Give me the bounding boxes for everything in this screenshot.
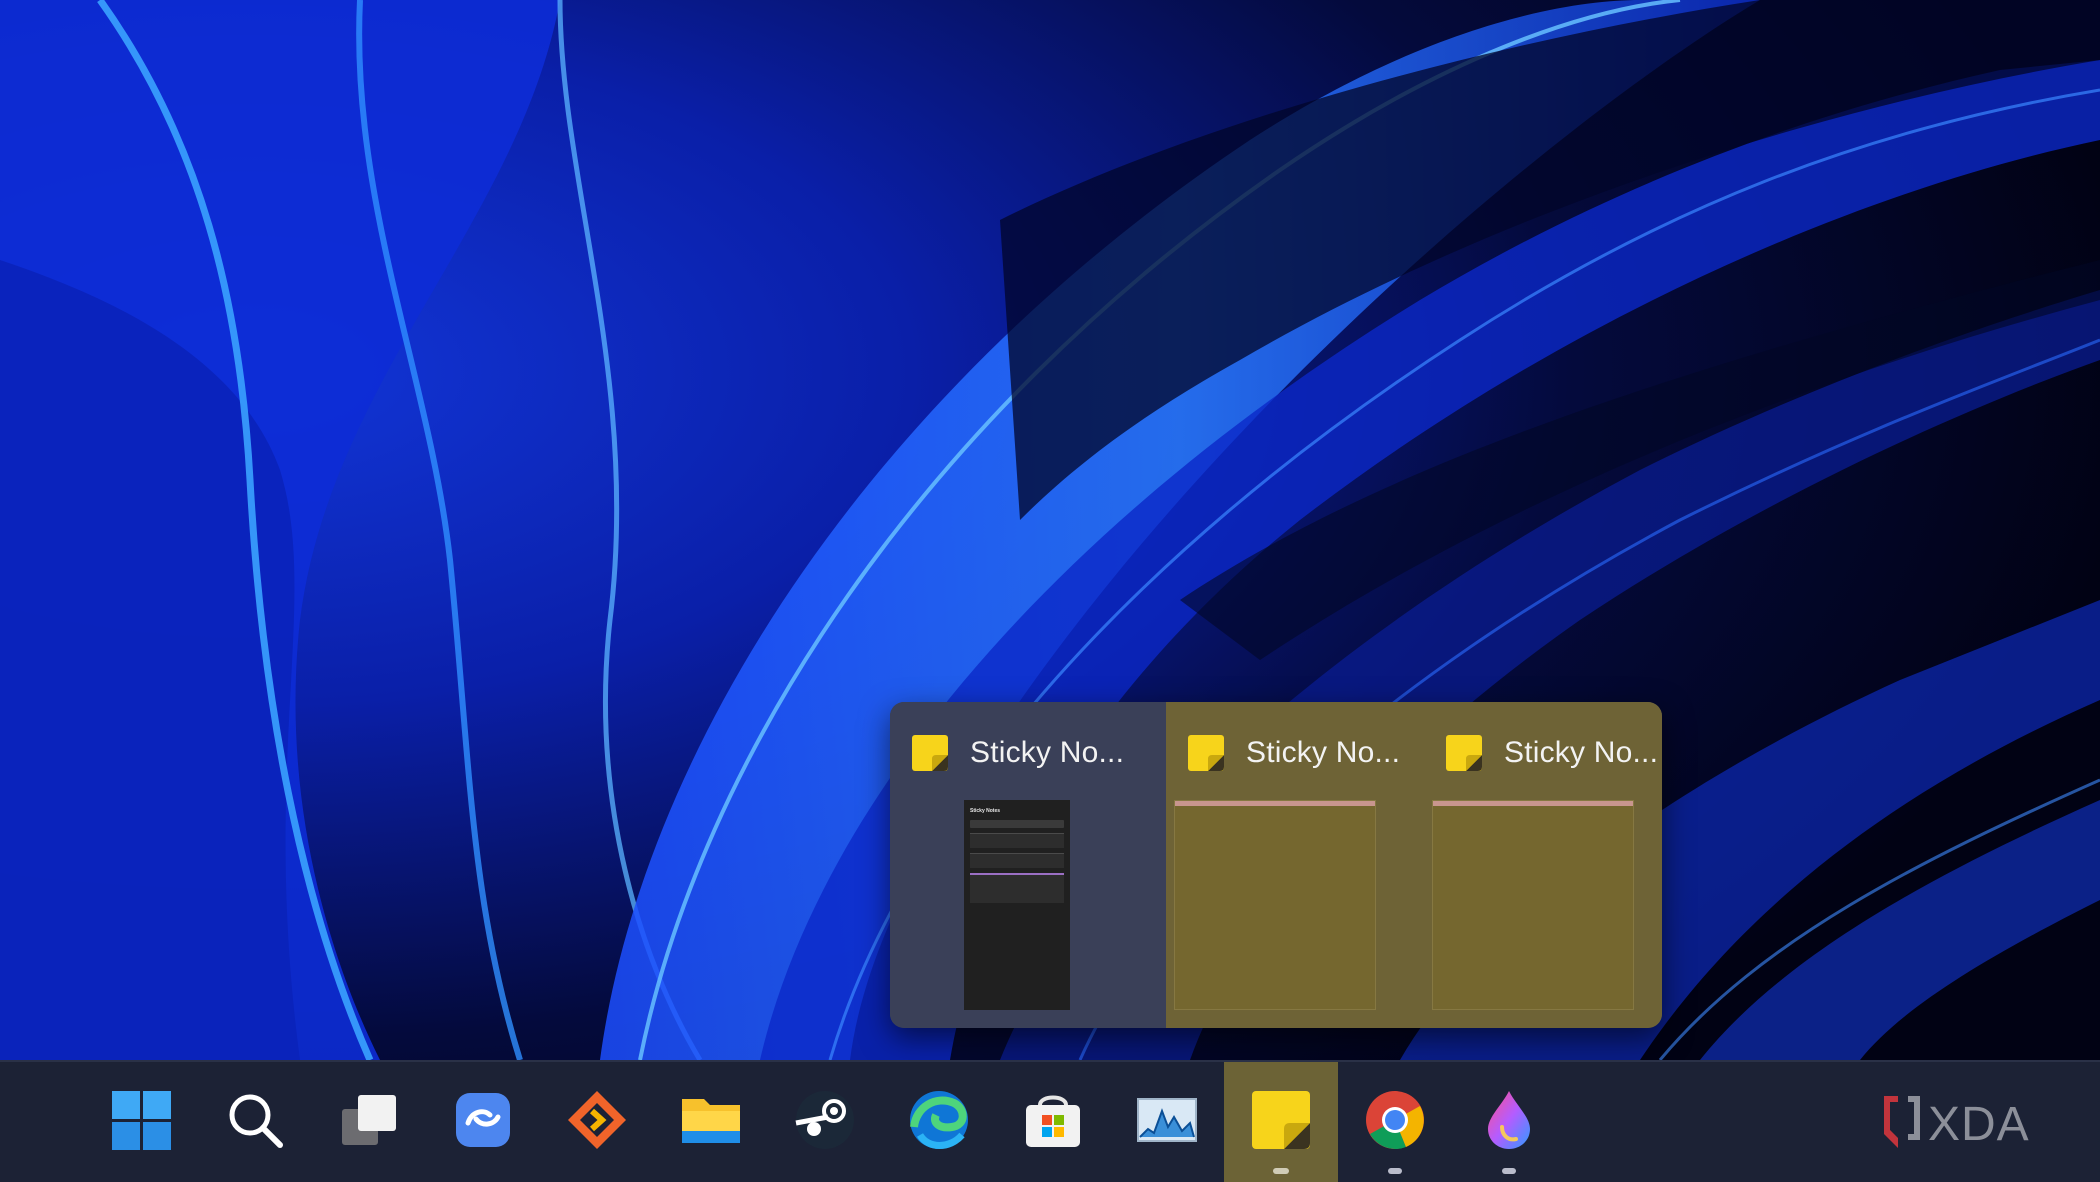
xda-watermark: XDA bbox=[1878, 1090, 2078, 1156]
paint-drop-icon bbox=[1476, 1087, 1542, 1153]
chrome-button[interactable] bbox=[1338, 1062, 1452, 1182]
thumbnail-window-3[interactable]: Sticky No... bbox=[1424, 702, 1662, 1028]
performance-monitor-icon bbox=[1134, 1087, 1200, 1153]
running-indicator bbox=[1273, 1168, 1289, 1174]
preview-note-item bbox=[970, 873, 1064, 903]
blue-app-button[interactable] bbox=[426, 1062, 540, 1182]
note-color-bar bbox=[1433, 801, 1633, 806]
chrome-icon bbox=[1362, 1087, 1428, 1153]
edge-button[interactable] bbox=[882, 1062, 996, 1182]
taskbar bbox=[0, 1060, 2100, 1182]
task-view-button[interactable] bbox=[312, 1062, 426, 1182]
preview-search-bar bbox=[970, 820, 1064, 828]
search-button[interactable] bbox=[198, 1062, 312, 1182]
microsoft-store-button[interactable] bbox=[996, 1062, 1110, 1182]
thumbnail-title: Sticky No... bbox=[1246, 736, 1400, 770]
note-color-bar bbox=[1175, 801, 1375, 806]
sticky-notes-icon bbox=[1248, 1087, 1314, 1153]
blue-app-icon bbox=[450, 1087, 516, 1153]
thumbnail-title: Sticky No... bbox=[970, 736, 1124, 770]
window-preview bbox=[1174, 800, 1376, 1010]
thumbnail-window-2[interactable]: Sticky No... bbox=[1166, 702, 1424, 1028]
thumbnail-header: Sticky No... bbox=[910, 730, 1158, 776]
preview-note-item bbox=[970, 853, 1064, 868]
paint-app-button[interactable] bbox=[1452, 1062, 1566, 1182]
window-preview bbox=[1432, 800, 1634, 1010]
xda-logo: XDA bbox=[1878, 1090, 2078, 1156]
orange-diamond-app-icon bbox=[564, 1087, 630, 1153]
thumbnail-window-1[interactable]: Sticky No... Sticky Notes bbox=[890, 702, 1166, 1028]
steam-button[interactable] bbox=[768, 1062, 882, 1182]
running-indicator bbox=[1502, 1168, 1516, 1174]
sticky-notes-icon bbox=[1186, 733, 1226, 773]
microsoft-store-icon bbox=[1020, 1087, 1086, 1153]
running-indicator bbox=[1388, 1168, 1402, 1174]
start-button[interactable] bbox=[84, 1062, 198, 1182]
watermark-text: XDA bbox=[1928, 1098, 2030, 1151]
start-icon bbox=[108, 1087, 174, 1153]
task-view-icon bbox=[336, 1087, 402, 1153]
preview-note-item bbox=[970, 833, 1064, 848]
preview-heading: Sticky Notes bbox=[970, 808, 1064, 814]
taskbar-thumbnail-popup: Sticky No... Sticky Notes Sticky No... S… bbox=[890, 702, 1662, 1028]
orange-app-button[interactable] bbox=[540, 1062, 654, 1182]
performance-monitor-button[interactable] bbox=[1110, 1062, 1224, 1182]
window-preview: Sticky Notes bbox=[964, 800, 1070, 1010]
edge-icon bbox=[906, 1087, 972, 1153]
sticky-notes-icon bbox=[910, 733, 950, 773]
file-explorer-button[interactable] bbox=[654, 1062, 768, 1182]
sticky-notes-icon bbox=[1444, 733, 1484, 773]
steam-icon bbox=[792, 1087, 858, 1153]
sticky-notes-button[interactable] bbox=[1224, 1062, 1338, 1182]
search-icon bbox=[222, 1087, 288, 1153]
file-explorer-icon bbox=[678, 1087, 744, 1153]
thumbnail-header: Sticky No... bbox=[1186, 730, 1416, 776]
thumbnail-title: Sticky No... bbox=[1504, 736, 1658, 770]
thumbnail-header: Sticky No... bbox=[1444, 730, 1654, 776]
